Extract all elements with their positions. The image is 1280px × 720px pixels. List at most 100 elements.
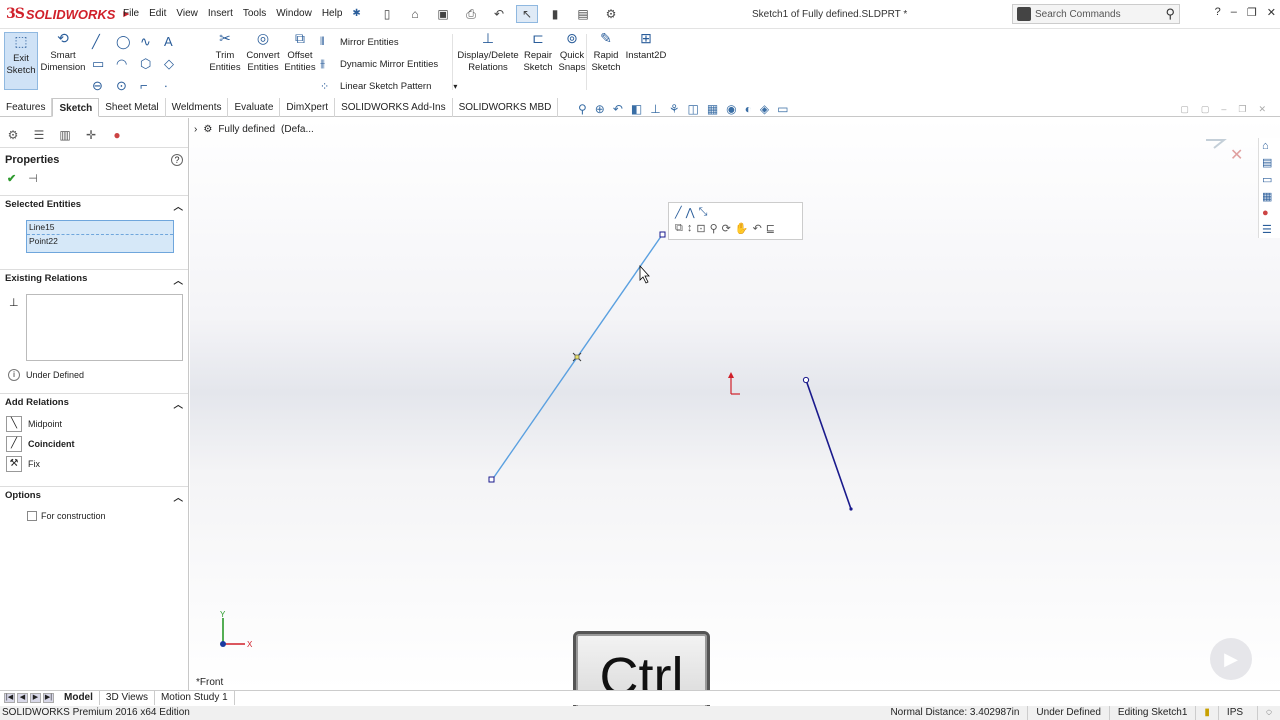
chevron-up-icon[interactable]: ︿ <box>173 273 183 287</box>
rapid-sketch-button[interactable]: ✎ Rapid Sketch <box>590 31 622 74</box>
options-header[interactable]: Options ︿ <box>0 486 188 507</box>
view-orientation-icon[interactable]: ⚘ <box>669 102 680 116</box>
undo-icon[interactable]: ↶ <box>488 5 510 23</box>
print-icon[interactable]: ⎙ <box>460 5 482 23</box>
rectangle-icon[interactable]: ▭ <box>92 56 116 72</box>
selected-entities-list[interactable]: Line15 Point22 <box>26 220 174 253</box>
pushpin-icon[interactable]: ⊣ <box>28 172 38 185</box>
linear-pattern-button[interactable]: ⁘ Linear Sketch Pattern ▾ <box>320 80 457 93</box>
scale-icon[interactable]: ⊡ <box>696 222 705 235</box>
spline-icon[interactable]: ∿ <box>140 34 164 50</box>
rebuild-icon[interactable]: ▮ <box>544 5 566 23</box>
select-arrow-icon[interactable]: ↖ <box>516 5 538 23</box>
existing-relations-list[interactable] <box>26 294 183 361</box>
chevron-up-icon[interactable]: ︿ <box>173 397 183 411</box>
tab-evaluate[interactable]: Evaluate <box>228 98 281 117</box>
convert-entities-button[interactable]: ◎ Convert Entities <box>244 31 282 74</box>
tab-motion-study[interactable]: Motion Study 1 <box>155 691 235 705</box>
construction-icon[interactable]: ⋀ <box>686 206 695 219</box>
tab-sketch[interactable]: Sketch <box>52 98 100 117</box>
save-icon[interactable]: ▣ <box>432 5 454 23</box>
zoom-to-fit-icon[interactable]: ⚲ <box>578 102 587 116</box>
search-icon[interactable]: ⚲ <box>1165 6 1175 22</box>
polygon-icon[interactable]: ⬡ <box>140 56 164 72</box>
units[interactable]: IPS <box>1217 706 1257 720</box>
pan-icon[interactable]: ✋ <box>735 222 749 235</box>
minimize-doc-icon[interactable]: – <box>1221 104 1226 115</box>
restore-icon[interactable]: ❐ <box>1247 6 1257 19</box>
tab-mbd[interactable]: SOLIDWORKS MBD <box>453 98 559 117</box>
previous-view-icon[interactable]: ↶ <box>613 102 623 116</box>
existing-relations-header[interactable]: Existing Relations ︿ <box>0 269 188 290</box>
tab-dimxpert[interactable]: DimXpert <box>280 98 336 117</box>
rebuild-status-icon[interactable]: ▮ <box>1195 706 1218 720</box>
first-tab-icon[interactable]: |◀ <box>4 693 15 703</box>
display-delete-relations-button[interactable]: ⊥ Display/Delete Relations <box>456 31 520 74</box>
menu-view[interactable]: View <box>171 8 203 19</box>
plane-icon[interactable]: ◇ <box>164 56 188 72</box>
search-scope-icon[interactable] <box>1017 7 1031 21</box>
normal-to-icon[interactable]: ⊑ <box>766 222 775 235</box>
ellipse-icon[interactable]: ⊙ <box>116 78 140 94</box>
selected-entities-header[interactable]: Selected Entities ︿ <box>0 195 188 216</box>
add-relations-header[interactable]: Add Relations ︿ <box>0 393 188 414</box>
view-palette-icon[interactable]: ▦ <box>1262 190 1277 203</box>
trim-entities-button[interactable]: ✂ Trim Entities <box>208 31 242 74</box>
rotate-icon[interactable]: ⟳ <box>722 222 731 235</box>
play-icon[interactable]: ▶ <box>1210 638 1252 680</box>
instant2d-button[interactable]: ⊞ Instant2D <box>624 31 668 62</box>
sketch-line[interactable] <box>805 379 852 510</box>
scene-icon[interactable]: ◈ <box>760 102 769 116</box>
solidworks-logo[interactable]: 3S SOLIDWORKS ► <box>6 4 131 24</box>
ok-check-icon[interactable]: ✔ <box>7 172 16 185</box>
point-icon[interactable]: ∙ <box>164 78 188 94</box>
dynamic-mirror-button[interactable]: ⫵ Dynamic Mirror Entities <box>320 58 438 71</box>
tab-sheet-metal[interactable]: Sheet Metal <box>99 98 166 117</box>
cube-view-icon[interactable]: ▦ <box>707 102 718 116</box>
quick-snaps-button[interactable]: ⊚ Quick Snaps <box>556 31 588 74</box>
chevron-down-icon[interactable]: ▾ <box>453 82 457 91</box>
point22[interactable] <box>802 376 810 384</box>
options-gear-icon[interactable]: ⚙ <box>600 5 622 23</box>
prev-tab-icon[interactable]: ◀ <box>17 693 28 703</box>
slot-icon[interactable]: ⊖ <box>92 78 116 94</box>
configuration-manager-icon[interactable]: ▥ <box>54 128 76 144</box>
undo-icon[interactable]: ↶ <box>753 222 762 235</box>
pin-menu-icon[interactable]: ✱ <box>347 8 365 19</box>
appearances-icon[interactable]: ● <box>1262 207 1277 219</box>
minimize-icon[interactable]: – <box>1231 6 1237 19</box>
help-icon[interactable]: ? <box>171 154 183 166</box>
new-document-icon[interactable]: ▯ <box>376 5 398 23</box>
customize-icon[interactable]: ◌ <box>1257 706 1280 720</box>
tab-features[interactable]: Features <box>0 98 53 117</box>
fillet-icon[interactable]: ⌐ <box>140 78 164 94</box>
for-construction-checkbox[interactable]: For construction <box>0 507 188 521</box>
section-view-icon[interactable]: ◧ <box>631 102 642 116</box>
relation-coincident[interactable]: ╱ Coincident <box>0 434 188 454</box>
menu-file[interactable]: File <box>118 8 144 19</box>
relation-midpoint[interactable]: ╲ Midpoint <box>0 414 188 434</box>
dimxpert-manager-icon[interactable]: ✛ <box>80 128 102 144</box>
repair-sketch-button[interactable]: ⊏ Repair Sketch <box>522 31 554 74</box>
copy-icon[interactable]: ⧉ <box>675 222 683 235</box>
line-icon[interactable]: ╱ <box>675 206 682 219</box>
menu-help[interactable]: Help <box>317 8 348 19</box>
line-endpoint[interactable] <box>849 507 853 511</box>
close-icon[interactable]: ✕ <box>1267 6 1276 19</box>
file-properties-icon[interactable]: ▤ <box>572 5 594 23</box>
custom-properties-icon[interactable]: ☰ <box>1262 223 1277 236</box>
menu-window[interactable]: Window <box>271 8 317 19</box>
exit-sketch-button[interactable]: ⬚ Exit Sketch <box>4 32 38 90</box>
list-item[interactable]: Point22 <box>27 235 173 249</box>
tab-3d-views[interactable]: 3D Views <box>100 691 155 705</box>
relation-fix[interactable]: ⚒ Fix <box>0 454 188 474</box>
chevron-up-icon[interactable]: ︿ <box>173 490 183 504</box>
property-manager-icon[interactable]: ☰ <box>28 128 50 144</box>
home-icon[interactable]: ⌂ <box>1262 140 1277 152</box>
graphics-area[interactable]: › ⚙ Fully defined (Defa... Y X ✕ ╱ ⋀ ⤡ ⧉… <box>190 118 1280 690</box>
confirmation-corner[interactable]: ✕ <box>1206 139 1243 164</box>
next-tab-icon[interactable]: ▶ <box>30 693 41 703</box>
float-window-icon[interactable]: ▢ <box>1180 104 1189 115</box>
file-explorer-icon[interactable]: ▭ <box>1262 173 1277 186</box>
dynamic-annotation-icon[interactable]: ⊥ <box>650 102 660 116</box>
